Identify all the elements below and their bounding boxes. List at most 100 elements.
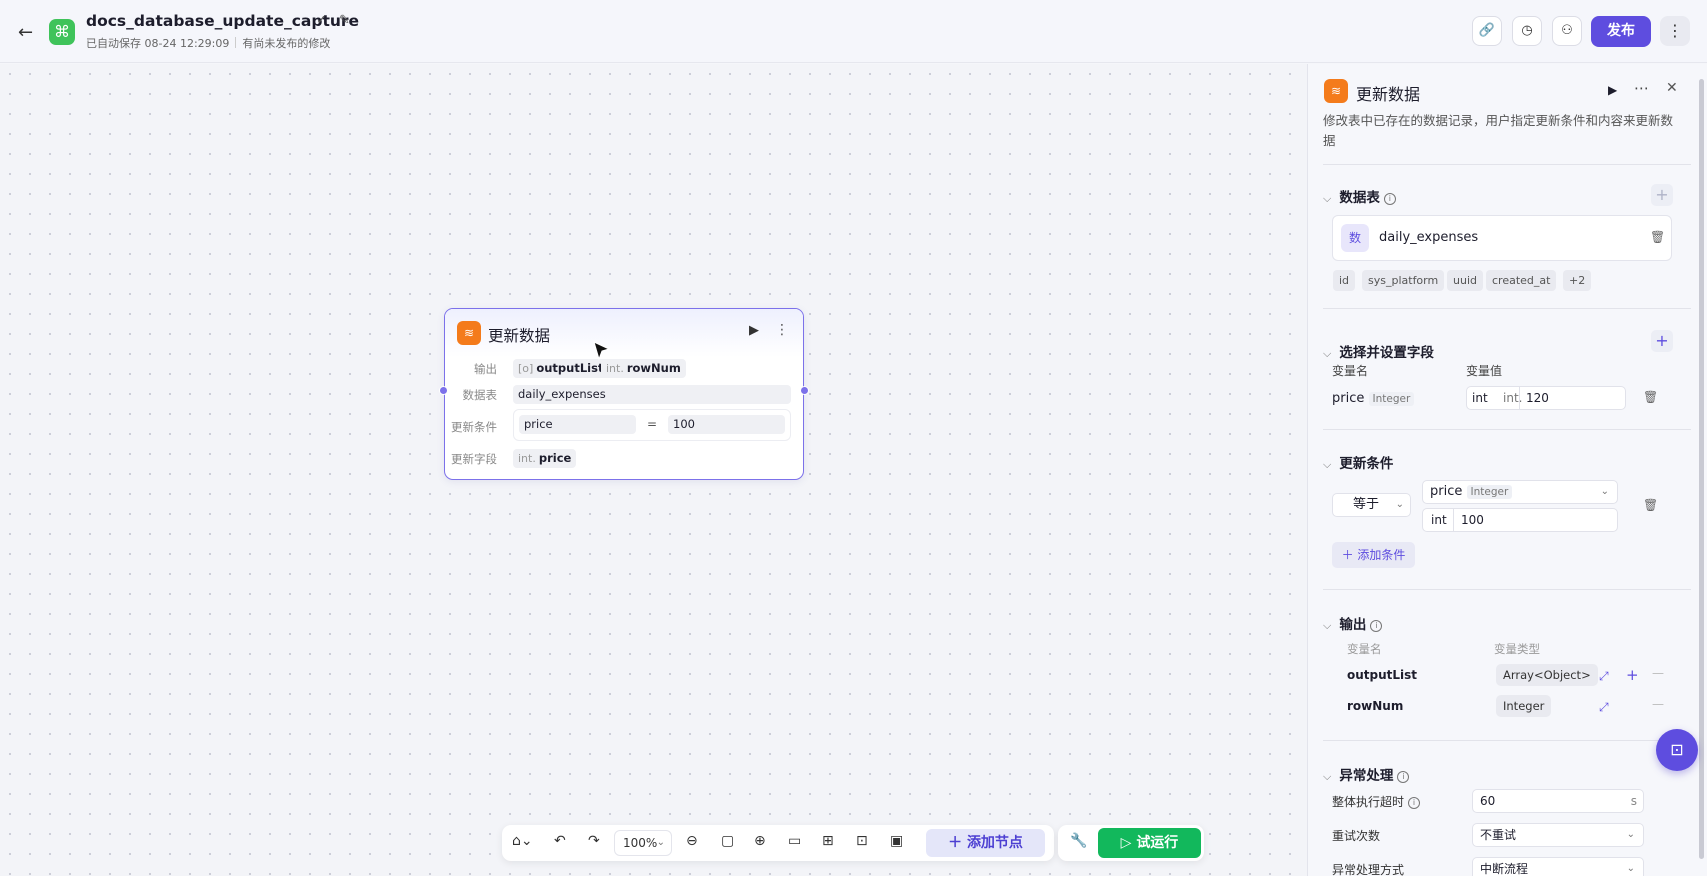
node-title: 更新数据 bbox=[488, 327, 551, 345]
plus-icon[interactable]: + bbox=[1626, 666, 1639, 684]
field-row-name: price Integer bbox=[1332, 391, 1415, 406]
retry-select[interactable]: 不重试 ⌄ bbox=[1472, 823, 1644, 847]
node-output-label: 输出 bbox=[474, 362, 497, 376]
chevron-down-icon: ⌄ bbox=[656, 837, 665, 848]
close-icon[interactable]: ✕ bbox=[1666, 80, 1678, 96]
value-type: int bbox=[1431, 513, 1447, 527]
expand-icon[interactable]: ⤢ bbox=[1599, 669, 1609, 684]
divider bbox=[1323, 589, 1691, 590]
fit-view-icon[interactable]: ▢ bbox=[721, 833, 734, 849]
back-arrow-icon[interactable]: ← bbox=[18, 22, 33, 43]
column-tag: created_at bbox=[1486, 270, 1557, 291]
test-run-button[interactable]: ▷ 试运行 bbox=[1098, 828, 1201, 858]
image-icon[interactable]: ⊡ bbox=[856, 833, 868, 849]
minimap-icon[interactable]: ▣ bbox=[890, 833, 903, 849]
output-type: Integer bbox=[1496, 695, 1552, 717]
chevron-down-icon: ⌄ bbox=[1626, 829, 1635, 840]
check-circle-icon: ✓ bbox=[316, 13, 327, 28]
node-fields-label: 更新字段 bbox=[451, 452, 497, 466]
minus-icon[interactable]: — bbox=[1652, 697, 1664, 711]
info-icon: i bbox=[1383, 193, 1396, 205]
panel-scrollbar[interactable] bbox=[1699, 79, 1704, 859]
history-clock-icon[interactable]: ◷ bbox=[1512, 16, 1542, 46]
output-port[interactable] bbox=[800, 386, 809, 395]
condition-operator-select[interactable]: 等于 ⌄ bbox=[1332, 493, 1411, 517]
node-config-panel: ≋ 更新数据 ▶ ⋯ ✕ 修改表中已存在的数据记录，用户指定更新条件和内容来更新… bbox=[1307, 64, 1707, 876]
type-badge: Integer bbox=[1368, 392, 1415, 406]
table-card[interactable]: 数 daily_expenses 🗑 bbox=[1332, 215, 1672, 261]
timeout-input[interactable]: 60 s bbox=[1472, 789, 1644, 813]
column-tag[interactable]: +2 bbox=[1563, 270, 1592, 291]
more-vertical-icon[interactable]: ⋮ bbox=[1660, 16, 1690, 46]
layout-icon[interactable]: ⊞ bbox=[822, 833, 834, 849]
info-icon: i bbox=[1408, 797, 1421, 809]
chevron-down-icon: ⌄ bbox=[1626, 863, 1635, 874]
comment-icon[interactable]: ▭ bbox=[788, 833, 801, 849]
var-value-header: 变量值 bbox=[1466, 364, 1503, 378]
zoom-out-icon[interactable]: ⊖ bbox=[686, 833, 698, 849]
wrench-icon[interactable]: 🔧 bbox=[1070, 833, 1087, 849]
table-section-title[interactable]: ⌵ 数据表 i bbox=[1323, 186, 1396, 206]
zoom-select[interactable]: 100% ⌄ bbox=[614, 830, 672, 856]
run-node-icon[interactable]: ▶ bbox=[749, 323, 759, 338]
table-name: daily_expenses bbox=[1379, 230, 1479, 245]
value-type: int bbox=[1472, 391, 1488, 405]
fields-section-title[interactable]: ⌵ 选择并设置字段 bbox=[1323, 341, 1434, 361]
exception-section-title[interactable]: ⌵ 异常处理 i bbox=[1323, 764, 1410, 784]
column-tag: sys_platform bbox=[1362, 270, 1445, 291]
node-more-icon[interactable]: ⋮ bbox=[775, 322, 789, 338]
link-icon[interactable]: 🔗 bbox=[1472, 16, 1502, 46]
chevron-down-icon: ⌵ bbox=[1323, 619, 1332, 632]
redo-icon[interactable]: ↷ bbox=[588, 833, 600, 849]
field-value-input[interactable]: int int. 120 bbox=[1466, 386, 1626, 410]
pointer-mode-icon[interactable]: ⌂⌄ bbox=[512, 833, 533, 849]
update-data-node[interactable]: ≋ 更新数据 ▶ ⋮ 输出 [o] outputList int. rowNum 数… bbox=[439, 308, 809, 480]
zoom-in-icon[interactable]: ⊕ bbox=[754, 833, 766, 849]
add-table-button[interactable]: + bbox=[1651, 184, 1673, 206]
app-logo-icon: ⌘ bbox=[49, 19, 75, 45]
condition-section-title[interactable]: ⌵ 更新条件 bbox=[1323, 452, 1393, 472]
test-run-label: 试运行 bbox=[1136, 835, 1179, 851]
collaborator-icon[interactable]: ⚇ bbox=[1552, 16, 1582, 46]
edit-pencil-icon[interactable]: ✎ bbox=[339, 13, 350, 28]
trash-icon[interactable]: 🗑 bbox=[1643, 498, 1658, 512]
timeout-label: 整体执行超时 i bbox=[1332, 793, 1421, 810]
trash-icon[interactable]: 🗑 bbox=[1643, 390, 1658, 404]
condition-field-select[interactable]: price Integer ⌄ bbox=[1422, 480, 1618, 504]
output-section-title[interactable]: ⌵ 输出 i bbox=[1323, 613, 1383, 633]
cond-value: 100 bbox=[668, 415, 785, 434]
mode-label: 异常处理方式 bbox=[1332, 863, 1405, 876]
mouse-cursor-icon bbox=[593, 341, 611, 361]
add-node-button[interactable]: ＋ 添加节点 bbox=[926, 829, 1045, 857]
table-icon: 数 bbox=[1341, 224, 1369, 252]
chevron-down-icon: ⌄ bbox=[1395, 499, 1404, 510]
add-field-button[interactable]: + bbox=[1651, 330, 1673, 352]
add-node-label: 添加节点 bbox=[966, 835, 1023, 851]
info-icon: i bbox=[1370, 620, 1383, 632]
publish-button[interactable]: 发布 bbox=[1591, 16, 1651, 47]
input-port[interactable] bbox=[439, 386, 448, 395]
expand-icon[interactable]: ⤢ bbox=[1599, 700, 1609, 715]
undo-icon[interactable]: ↶ bbox=[554, 833, 566, 849]
add-condition-button[interactable]: ＋ 添加条件 bbox=[1332, 542, 1415, 568]
output-name: rowNum bbox=[1347, 699, 1404, 713]
save-status: 已自动保存 08-24 12:29:09 有尚未发布的修改 bbox=[86, 35, 330, 51]
retry-label: 重试次数 bbox=[1332, 829, 1381, 843]
more-horizontal-icon[interactable]: ⋯ bbox=[1634, 79, 1649, 97]
run-toolbar: 🔧 ▷ 试运行 bbox=[1058, 825, 1204, 861]
trash-icon[interactable]: 🗑 bbox=[1650, 230, 1665, 244]
var-type-header: 变量类型 bbox=[1494, 642, 1540, 656]
panel-title: 更新数据 bbox=[1356, 85, 1421, 104]
assistant-float-icon[interactable]: ⊡ bbox=[1656, 729, 1698, 771]
mode-select[interactable]: 中断流程 ⌄ bbox=[1472, 857, 1644, 876]
type-badge: Integer bbox=[1466, 485, 1513, 499]
cond-field: price bbox=[519, 415, 636, 434]
run-node-icon[interactable]: ▶ bbox=[1608, 83, 1617, 97]
minus-icon[interactable]: — bbox=[1652, 666, 1664, 680]
condition-value-input[interactable]: int 100 bbox=[1422, 508, 1618, 532]
node-table-label: 数据表 bbox=[462, 388, 498, 402]
database-update-icon: ≋ bbox=[457, 321, 481, 345]
chevron-down-icon: ⌄ bbox=[1600, 486, 1609, 497]
chevron-down-icon: ⌵ bbox=[1323, 458, 1332, 471]
output-chip: [o] outputList bbox=[513, 359, 609, 378]
